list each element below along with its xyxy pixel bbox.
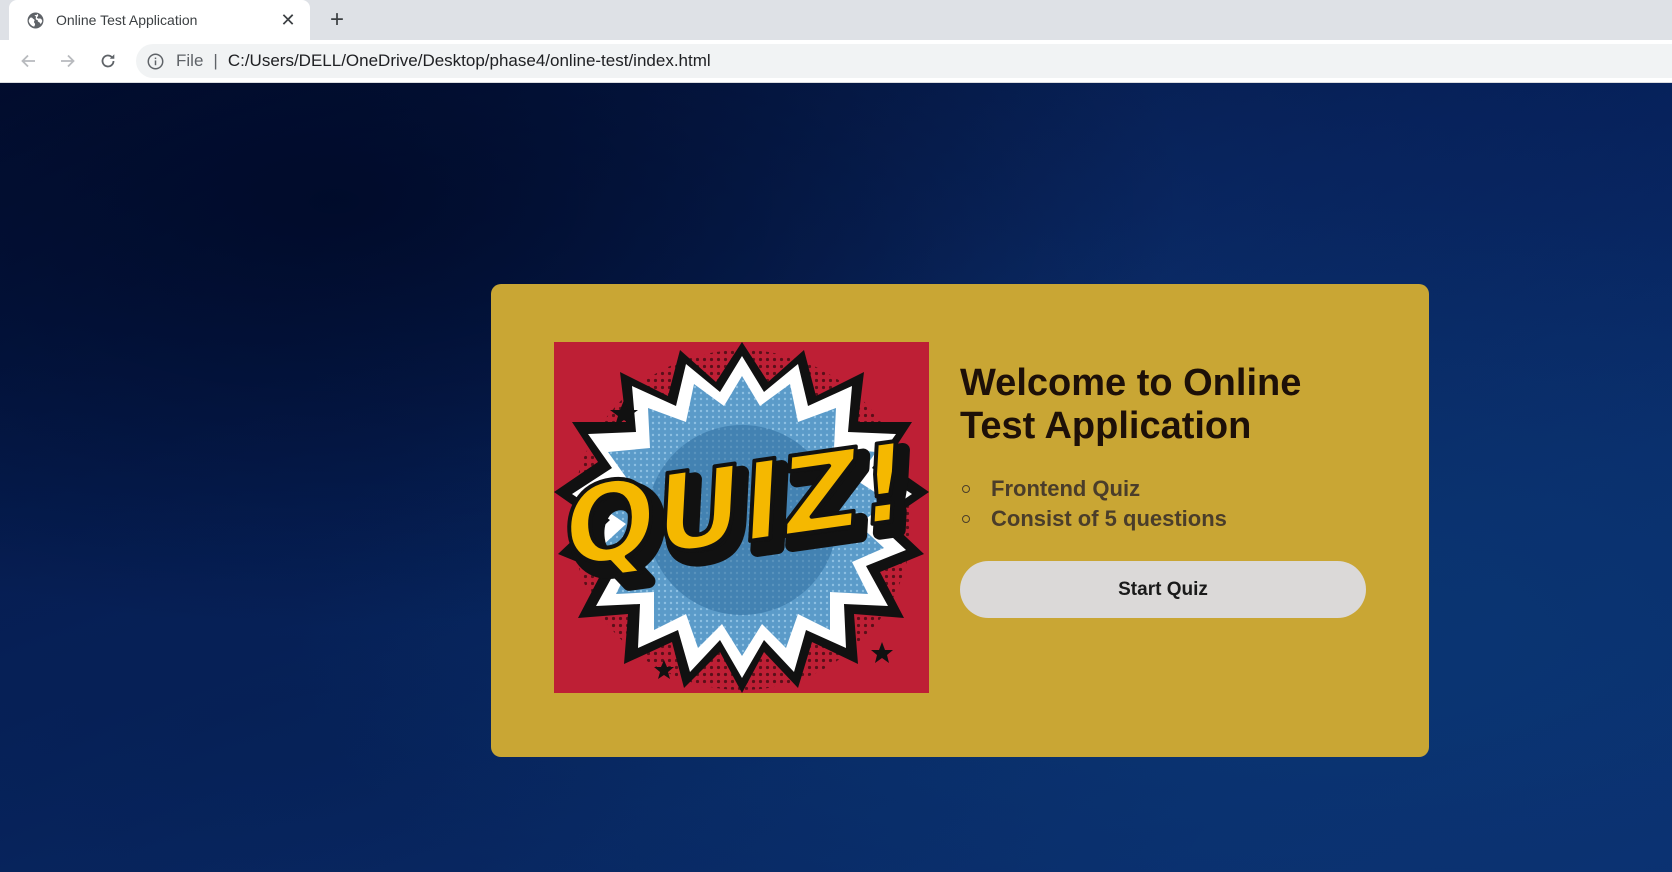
scheme-label: File — [176, 51, 204, 70]
card-content: Welcome to Online Test Application Front… — [960, 362, 1380, 618]
page-background: QUIZ! QUIZ! Welcome to Online Test Appli… — [0, 83, 1672, 872]
browser-toolbar: File | C:/Users/DELL/OneDrive/Desktop/ph… — [0, 40, 1672, 83]
new-tab-button[interactable]: + — [324, 6, 350, 33]
reload-button[interactable] — [94, 47, 122, 75]
back-button[interactable] — [14, 47, 42, 75]
feature-list: Frontend Quiz Consist of 5 questions — [960, 474, 1380, 534]
tab-online-test[interactable]: Online Test Application ✕ — [9, 0, 310, 40]
bullet-icon — [962, 515, 970, 523]
url-separator: | — [213, 51, 218, 70]
close-tab-icon[interactable]: ✕ — [278, 10, 298, 30]
list-item: Frontend Quiz — [960, 474, 1380, 504]
url-text[interactable]: C:/Users/DELL/OneDrive/Desktop/phase4/on… — [228, 51, 711, 71]
bullet-icon — [962, 485, 970, 493]
globe-icon — [26, 11, 44, 29]
forward-arrow-icon — [61, 54, 75, 68]
tab-strip: Online Test Application ✕ + — [0, 0, 1672, 40]
address-bar[interactable]: File | C:/Users/DELL/OneDrive/Desktop/ph… — [136, 44, 1672, 78]
quiz-illustration: QUIZ! QUIZ! — [554, 342, 929, 693]
info-icon[interactable] — [146, 52, 164, 70]
start-quiz-button[interactable]: Start Quiz — [960, 561, 1366, 618]
feature-label: Consist of 5 questions — [991, 506, 1227, 531]
list-item: Consist of 5 questions — [960, 504, 1380, 534]
browser-window: Online Test Application ✕ + File | C:/Us… — [0, 0, 1672, 872]
tab-title: Online Test Application — [56, 12, 198, 28]
page-title: Welcome to Online Test Application — [960, 362, 1302, 447]
reload-icon — [101, 54, 115, 68]
welcome-card: QUIZ! QUIZ! Welcome to Online Test Appli… — [491, 284, 1429, 757]
forward-button[interactable] — [54, 47, 82, 75]
back-arrow-icon — [21, 54, 35, 68]
feature-label: Frontend Quiz — [991, 476, 1141, 501]
